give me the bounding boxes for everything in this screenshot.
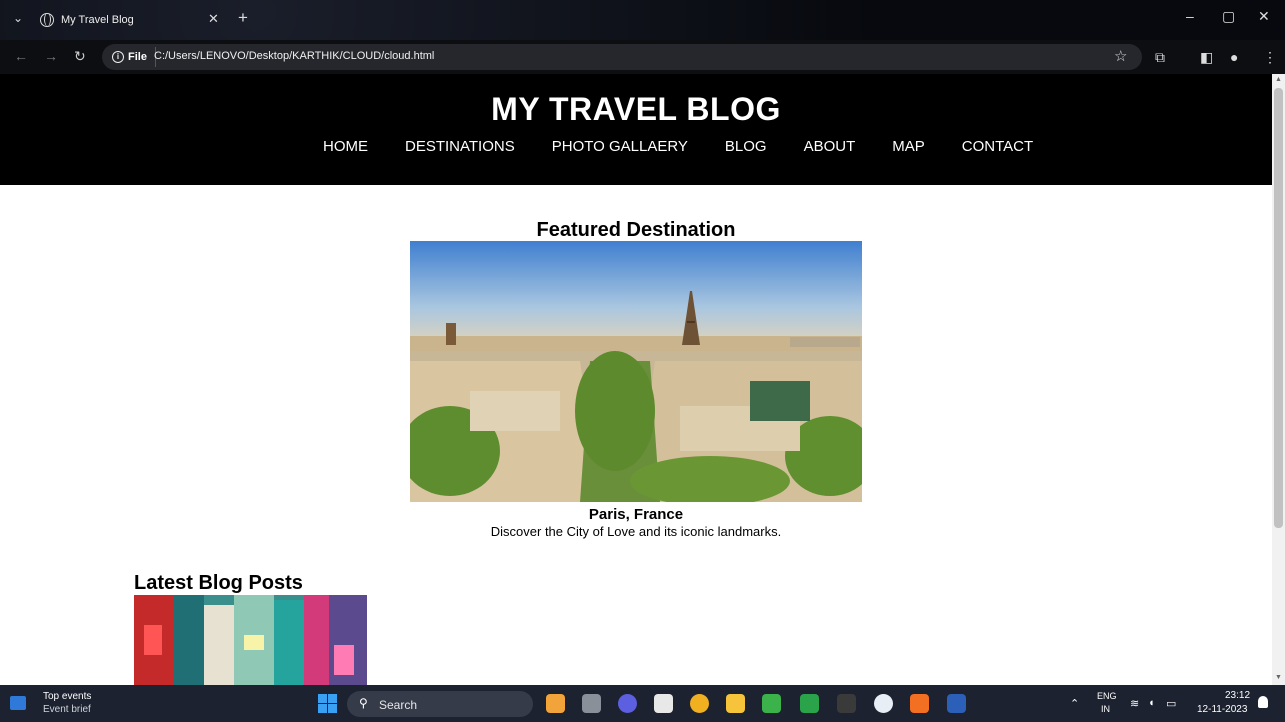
- language-region: IN: [1101, 704, 1110, 714]
- taskbar-search[interactable]: ⚲ Search: [347, 691, 533, 717]
- nav-blog[interactable]: BLOG: [725, 138, 767, 155]
- menu-icon[interactable]: ⋮: [1263, 49, 1277, 66]
- window-close-icon[interactable]: ✕: [1258, 8, 1270, 25]
- site-nav: HOME DESTINATIONS PHOTO GALLAERY BLOG AB…: [323, 138, 1070, 155]
- copilot-app-icon[interactable]: [546, 694, 565, 713]
- back-icon[interactable]: ←: [14, 48, 28, 64]
- site-title: MY TRAVEL BLOG: [491, 91, 781, 127]
- widget-title[interactable]: Top events: [43, 691, 91, 702]
- search-label: Search: [379, 698, 418, 712]
- file-label: File: [128, 51, 147, 63]
- profile-icon[interactable]: ●: [1230, 49, 1238, 65]
- nvidia-app-icon[interactable]: [762, 694, 781, 713]
- chat-app-icon[interactable]: [618, 694, 637, 713]
- chrome-app-icon[interactable]: [690, 694, 709, 713]
- language-code[interactable]: ENG: [1097, 691, 1117, 701]
- site-header: MY TRAVEL BLOG HOME DESTINATIONS PHOTO G…: [0, 74, 1272, 185]
- globe-icon: [40, 13, 54, 27]
- windows-start-icon[interactable]: [318, 694, 337, 713]
- store-app-icon[interactable]: [654, 694, 673, 713]
- page-scrollbar[interactable]: ▲ ▼: [1272, 74, 1285, 685]
- nav-destinations[interactable]: DESTINATIONS: [405, 138, 515, 155]
- widgets-icon[interactable]: [10, 696, 26, 710]
- plus-icon[interactable]: +: [238, 8, 248, 28]
- scroll-down-icon[interactable]: ▼: [1275, 674, 1282, 681]
- blog-post-image[interactable]: [134, 595, 367, 685]
- extensions-icon[interactable]: ⧉: [1155, 49, 1165, 66]
- forward-icon[interactable]: →: [44, 48, 58, 64]
- steam-app-icon[interactable]: [874, 694, 893, 713]
- widget-subtitle: Event brief: [43, 704, 91, 715]
- tab-title: My Travel Blog: [61, 14, 134, 26]
- reload-icon[interactable]: ↻: [74, 48, 86, 65]
- clock-time[interactable]: 23:12: [1225, 690, 1250, 701]
- scroll-thumb[interactable]: [1274, 88, 1283, 528]
- featured-heading: Featured Destination: [536, 219, 736, 241]
- brave-app-icon[interactable]: [910, 694, 929, 713]
- restore-icon[interactable]: ▢: [1222, 8, 1235, 25]
- volume-icon[interactable]: ◖: [1148, 697, 1155, 709]
- sidepanel-icon[interactable]: ◧: [1200, 49, 1213, 66]
- nav-about[interactable]: ABOUT: [804, 138, 856, 155]
- xbox-app-icon[interactable]: [800, 694, 819, 713]
- star-icon[interactable]: ☆: [1114, 47, 1127, 65]
- minimize-icon[interactable]: –: [1186, 8, 1194, 24]
- nav-contact[interactable]: CONTACT: [962, 138, 1033, 155]
- epic-games-icon[interactable]: [837, 694, 856, 713]
- browser-toolbar: ← → ↻ i File C:/Users/LENOVO/Desktop/KAR…: [0, 40, 1285, 74]
- site-info-chip[interactable]: i File: [106, 47, 156, 67]
- blog-heading: Latest Blog Posts: [134, 572, 303, 594]
- word-app-icon[interactable]: [947, 694, 966, 713]
- notification-icon[interactable]: [1258, 696, 1268, 708]
- info-icon: i: [112, 51, 124, 63]
- featured-description: Discover the City of Love and its iconic…: [490, 524, 782, 539]
- chevron-up-icon[interactable]: ⌃: [1070, 697, 1079, 710]
- featured-image: [410, 241, 862, 502]
- task-view-icon[interactable]: [582, 694, 601, 713]
- clock-date[interactable]: 12-11-2023: [1197, 704, 1247, 715]
- search-icon: ⚲: [359, 696, 368, 710]
- browser-tabbar: ⌄ My Travel Blog ✕ + – ▢ ✕: [0, 0, 1285, 40]
- nav-photo-gallery[interactable]: PHOTO GALLAERY: [552, 138, 688, 155]
- tab-search-icon[interactable]: ⌄: [13, 11, 23, 25]
- url-text[interactable]: C:/Users/LENOVO/Desktop/KARTHIK/CLOUD/cl…: [154, 50, 434, 62]
- close-icon[interactable]: ✕: [208, 11, 219, 27]
- scroll-up-icon[interactable]: ▲: [1275, 76, 1282, 83]
- page-viewport: MY TRAVEL BLOG HOME DESTINATIONS PHOTO G…: [0, 74, 1272, 685]
- browser-tab[interactable]: My Travel Blog ✕: [32, 6, 228, 34]
- nav-home[interactable]: HOME: [323, 138, 368, 155]
- windows-taskbar: Top events Event brief ⚲ Search ⌃ ENG IN…: [0, 685, 1285, 722]
- wifi-icon[interactable]: ≋: [1130, 697, 1139, 710]
- address-bar[interactable]: i File C:/Users/LENOVO/Desktop/KARTHIK/C…: [102, 44, 1142, 70]
- file-explorer-icon[interactable]: [726, 694, 745, 713]
- featured-name: Paris, France: [588, 506, 684, 523]
- battery-icon[interactable]: ▭: [1166, 697, 1176, 710]
- nav-map[interactable]: MAP: [892, 138, 925, 155]
